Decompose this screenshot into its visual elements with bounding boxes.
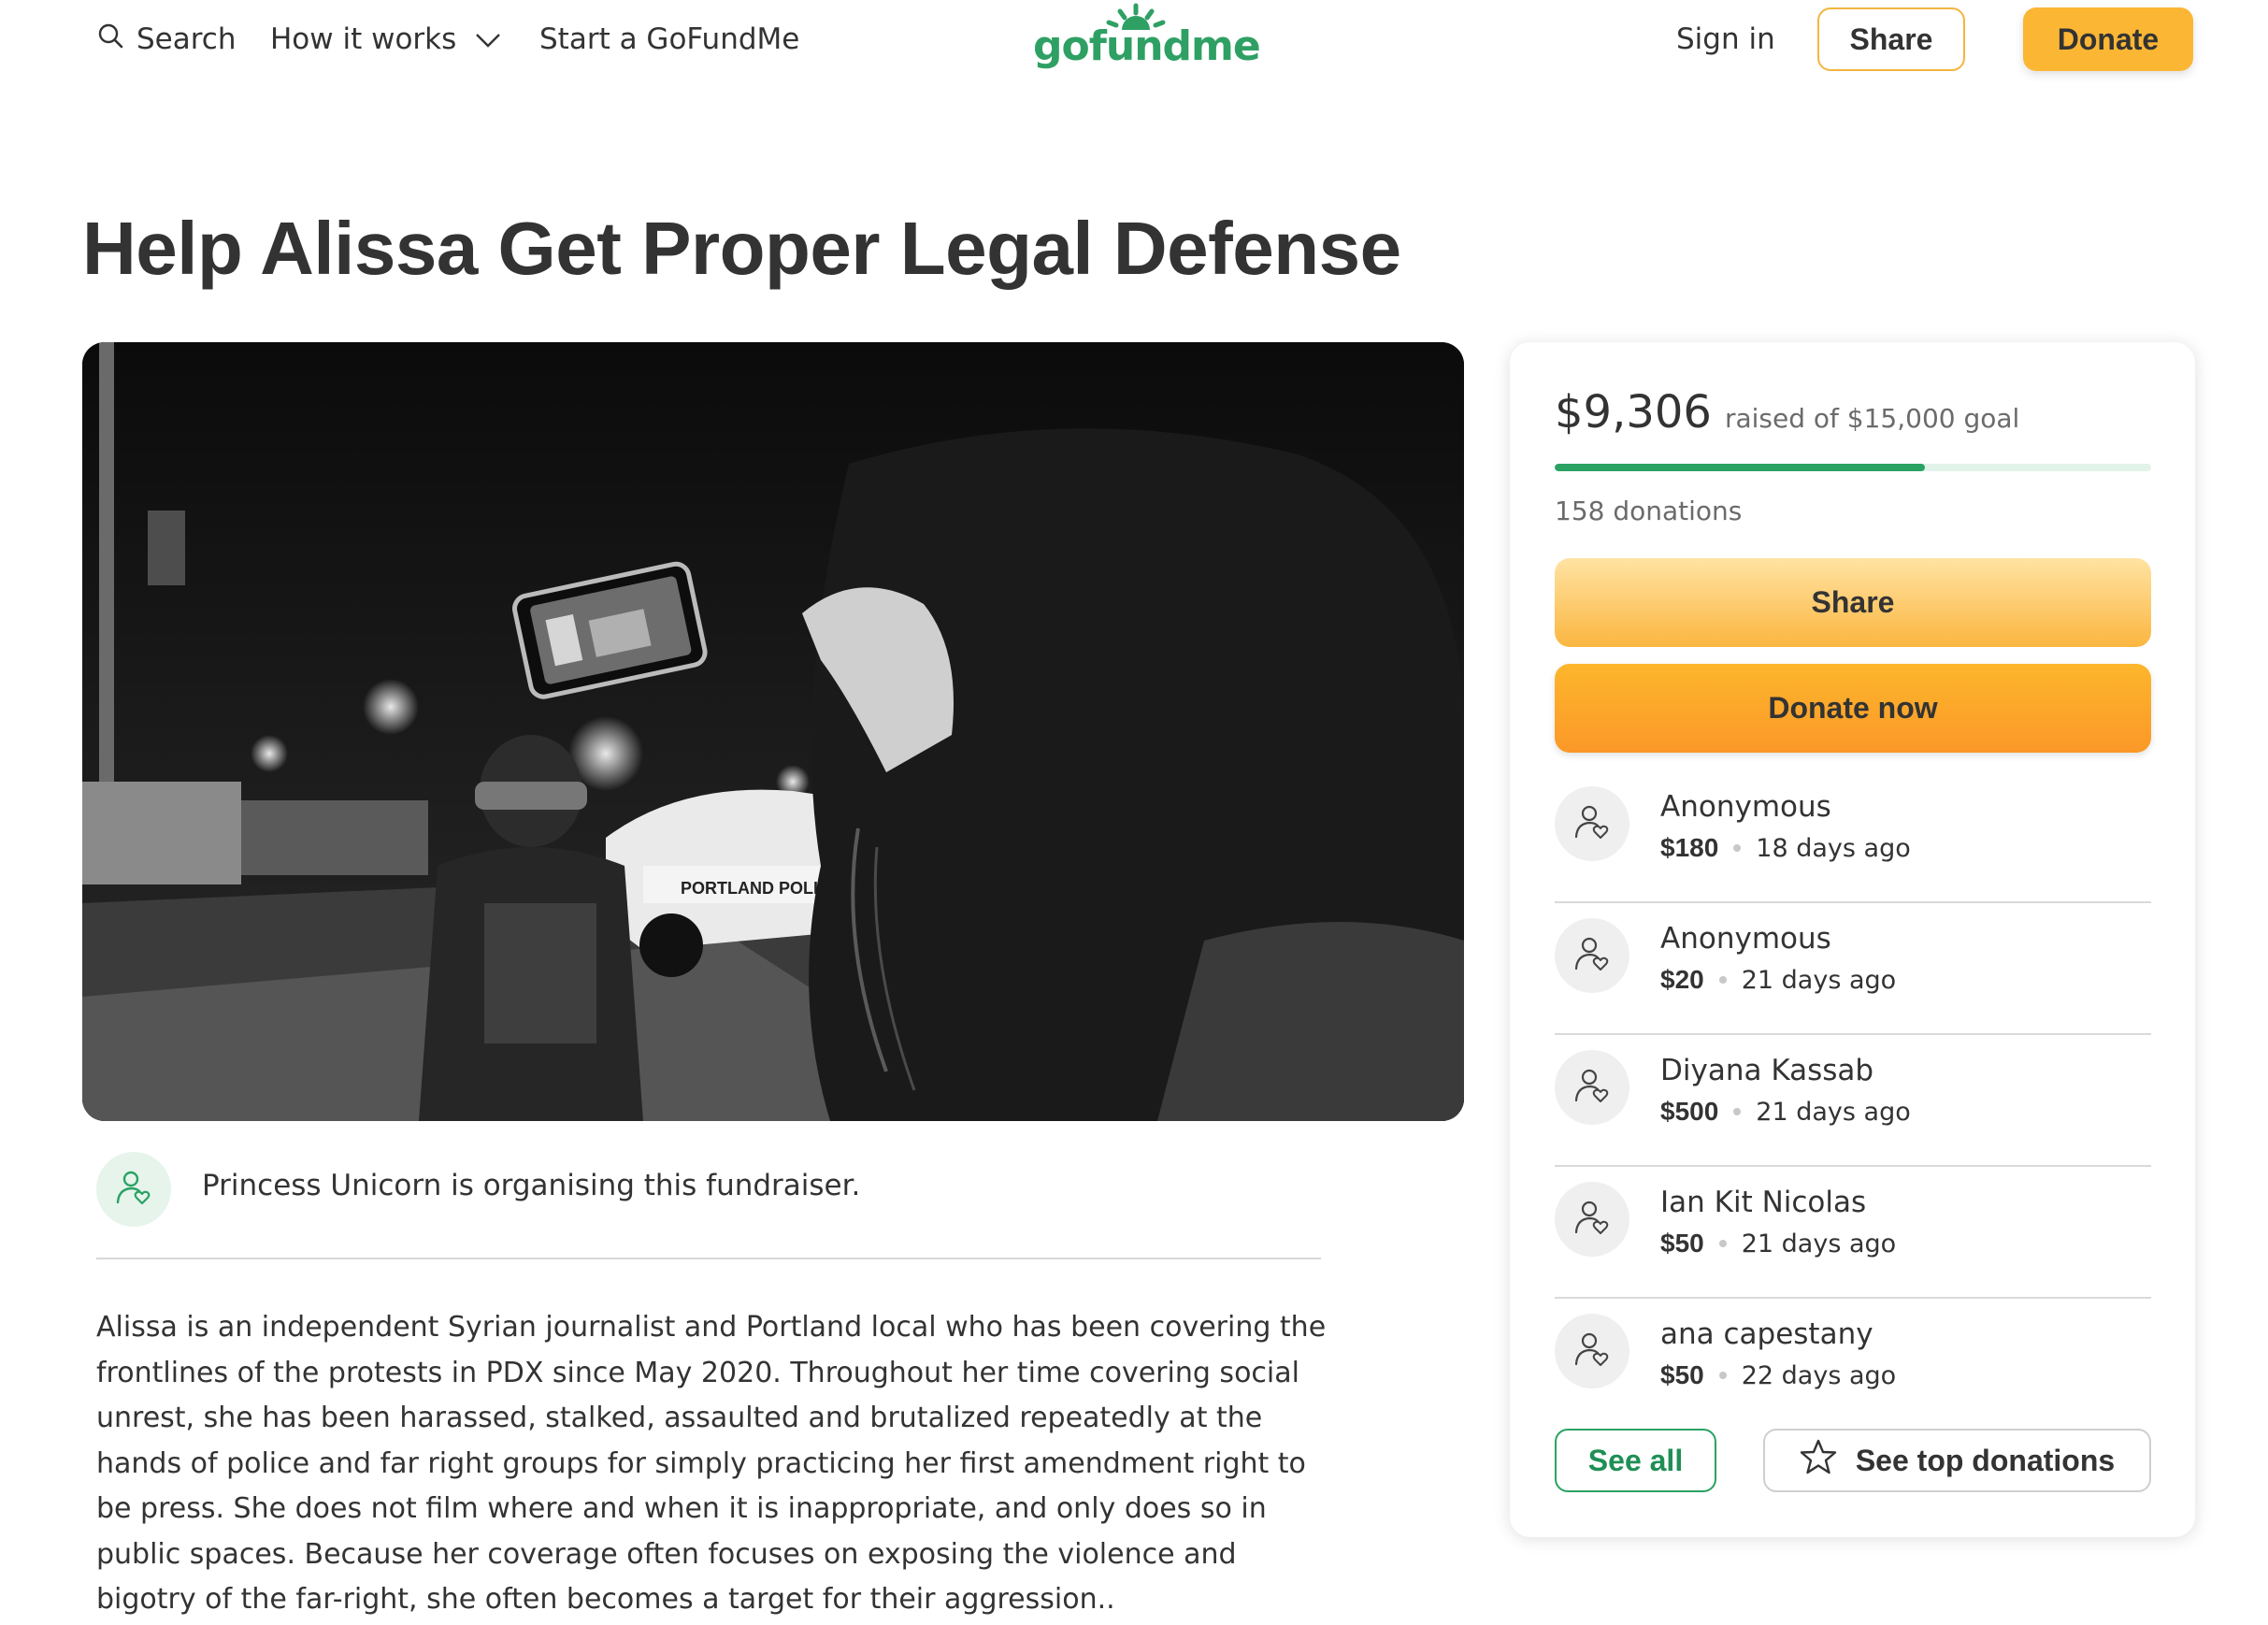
separator-dot: [1733, 1108, 1742, 1115]
donation-meta: $20 21 days ago: [1660, 965, 1896, 995]
share-button[interactable]: Share: [1555, 558, 2151, 647]
organiser-text: Princess Unicorn is organising this fund…: [202, 1169, 861, 1202]
progress-bar: [1555, 464, 2151, 471]
separator-dot: [1733, 844, 1742, 852]
separator-dot: [1718, 976, 1727, 984]
donation-count: 158 donations: [1555, 496, 1743, 526]
donation-amount: $50: [1660, 1360, 1704, 1389]
see-all-button[interactable]: See all: [1555, 1429, 1716, 1492]
donation-time: 21 days ago: [1741, 965, 1897, 995]
see-top-donations-label: See top donations: [1855, 1443, 2116, 1477]
donations-list: Anonymous $180 18 days ago Anonymous $20…: [1555, 771, 2151, 1431]
donor-avatar: [1555, 786, 1629, 861]
star-icon: [1800, 1438, 1837, 1483]
user-heart-icon: [113, 1167, 154, 1212]
raised-amount: $9,306: [1555, 386, 1712, 439]
goal-text: raised of $15,000 goal: [1724, 403, 2020, 434]
content-divider: [96, 1258, 1321, 1259]
header-donate-button[interactable]: Donate: [2023, 7, 2193, 71]
campaign-hero-image: PORTLAND POLICE: [82, 342, 1464, 1121]
campaign-story: Alissa is an independent Syrian journali…: [96, 1311, 1327, 1616]
donation-amount: $180: [1660, 833, 1719, 862]
donation-meta: $500 21 days ago: [1660, 1097, 1911, 1127]
user-heart-icon: [1572, 933, 1613, 978]
donor-avatar: [1555, 1182, 1629, 1257]
donation-time: 18 days ago: [1756, 833, 1911, 863]
logo-wordmark: gofundme: [1033, 22, 1261, 70]
donation-item: Diyana Kassab $500 21 days ago: [1555, 1035, 2151, 1167]
sign-in-link[interactable]: Sign in: [1676, 21, 1775, 58]
donation-item: ana capestany $50 22 days ago: [1555, 1299, 2151, 1431]
organiser-avatar: [96, 1152, 171, 1227]
donation-meta: $180 18 days ago: [1660, 833, 1911, 863]
separator-dot: [1718, 1240, 1727, 1247]
chevron-down-icon: [475, 22, 501, 56]
raised-summary: $9,306 raised of $15,000 goal: [1555, 386, 2019, 439]
donation-time: 22 days ago: [1741, 1360, 1897, 1390]
search-icon: [97, 22, 123, 56]
donation-item: Anonymous $20 21 days ago: [1555, 903, 2151, 1035]
search-label: Search: [136, 22, 237, 56]
how-it-works-label: How it works: [270, 22, 457, 56]
donation-time: 21 days ago: [1756, 1097, 1911, 1127]
search-link[interactable]: Search: [97, 21, 237, 58]
donor-name: Diyana Kassab: [1660, 1054, 1874, 1087]
campaign-title: Help Alissa Get Proper Legal Defense: [82, 207, 1401, 290]
progress-fill: [1555, 464, 1925, 471]
gofundme-logo[interactable]: gofundme: [1033, 2, 1261, 77]
separator-dot: [1718, 1372, 1727, 1379]
user-heart-icon: [1572, 801, 1613, 846]
donor-name: ana capestany: [1660, 1317, 1873, 1351]
donor-avatar: [1555, 1314, 1629, 1388]
donation-time: 21 days ago: [1741, 1229, 1897, 1258]
user-heart-icon: [1572, 1329, 1613, 1373]
donation-meta: $50 22 days ago: [1660, 1360, 1896, 1390]
donation-amount: $20: [1660, 965, 1704, 994]
donor-name: Anonymous: [1660, 790, 1831, 824]
donation-meta: $50 21 days ago: [1660, 1229, 1896, 1258]
donor-name: Ian Kit Nicolas: [1660, 1186, 1867, 1219]
donation-amount: $50: [1660, 1229, 1704, 1258]
donor-avatar: [1555, 1050, 1629, 1125]
user-heart-icon: [1572, 1065, 1613, 1110]
donate-now-button[interactable]: Donate now: [1555, 664, 2151, 753]
donor-avatar: [1555, 918, 1629, 993]
header-share-button[interactable]: Share: [1817, 7, 1965, 71]
donor-name: Anonymous: [1660, 922, 1831, 956]
start-gofundme-link[interactable]: Start a GoFundMe: [539, 21, 799, 58]
user-heart-icon: [1572, 1197, 1613, 1242]
donation-item: Ian Kit Nicolas $50 21 days ago: [1555, 1167, 2151, 1299]
see-top-donations-button[interactable]: See top donations: [1763, 1429, 2151, 1492]
donation-item: Anonymous $180 18 days ago: [1555, 771, 2151, 903]
how-it-works-menu[interactable]: How it works: [270, 21, 501, 58]
donation-amount: $500: [1660, 1097, 1719, 1126]
